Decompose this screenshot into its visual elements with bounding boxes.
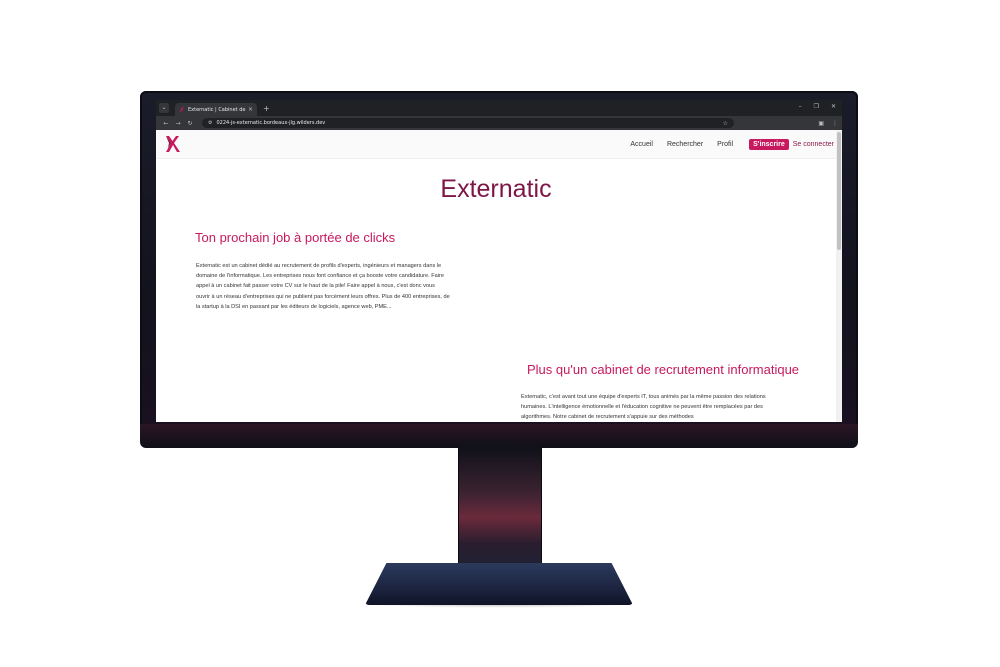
close-window-button[interactable]: ✕ [831, 103, 836, 110]
browser-toolbar: ← → ↻ ⚙ 0224-js-externatic.bordeaux-jlg.… [156, 116, 842, 130]
maximize-button[interactable]: ❐ [814, 103, 819, 110]
toolbar-icons: ▣ ⋮ [818, 120, 838, 127]
monitor-chin [140, 424, 858, 448]
section-title: Plus qu'un cabinet de recrutement inform… [527, 362, 800, 377]
main-nav: Accueil Rechercher Profil S'inscrire Se … [616, 138, 834, 150]
star-icon[interactable]: ☆ [723, 120, 728, 127]
stage: ⌄ ✗ Externatic | Cabinet de recrutement … [0, 0, 1000, 667]
back-icon[interactable]: ← [160, 120, 172, 127]
monitor-stand-neck [458, 446, 542, 576]
page-scrollbar[interactable] [836, 130, 842, 422]
externatic-favicon: ✗ [179, 105, 185, 114]
nav-profile[interactable]: Profil [717, 141, 733, 148]
browser-tabbar: ⌄ ✗ Externatic | Cabinet de recrutement … [156, 100, 842, 116]
minimize-button[interactable]: – [799, 103, 802, 110]
section-text: Externatic, c'est avant tout une équipe … [521, 394, 766, 421]
monitor-stand-base [365, 563, 633, 605]
hero-title: Externatic [440, 175, 552, 203]
site-info-icon[interactable]: ⚙ [208, 120, 212, 126]
section-text: Externatic est un cabinet dédié au recru… [196, 263, 450, 310]
externatic-logo[interactable] [164, 135, 180, 153]
login-link[interactable]: Se connecter [793, 141, 834, 148]
scroll-thumb[interactable] [837, 132, 841, 250]
address-bar[interactable]: ⚙ 0224-js-externatic.bordeaux-jlg.wilder… [202, 118, 734, 128]
browser-tab[interactable]: ✗ Externatic | Cabinet de recrutement × [175, 103, 257, 116]
monitor-screen: ⌄ ✗ Externatic | Cabinet de recrutement … [156, 100, 842, 422]
url-text: 0224-js-externatic.bordeaux-jlg.wilders.… [216, 120, 326, 126]
web-page: Accueil Rechercher Profil S'inscrire Se … [156, 130, 842, 422]
window-controls: – ❐ ✕ [799, 103, 836, 110]
forward-icon[interactable]: → [172, 120, 184, 127]
new-tab-button[interactable]: + [263, 104, 270, 113]
menu-icon[interactable]: ⌄ [159, 103, 169, 113]
tab-title: Externatic | Cabinet de recrutement [188, 106, 246, 113]
signup-button[interactable]: S'inscrire [749, 138, 789, 150]
section-title: Ton prochain job à portée de clicks [195, 230, 396, 245]
more-icon[interactable]: ⋮ [832, 120, 838, 127]
reload-icon[interactable]: ↻ [184, 120, 196, 127]
close-icon[interactable]: × [248, 106, 253, 113]
extensions-icon[interactable]: ▣ [818, 120, 824, 127]
site-header: Accueil Rechercher Profil S'inscrire Se … [156, 130, 842, 159]
nav-search[interactable]: Rechercher [667, 141, 703, 148]
nav-home[interactable]: Accueil [630, 141, 653, 148]
